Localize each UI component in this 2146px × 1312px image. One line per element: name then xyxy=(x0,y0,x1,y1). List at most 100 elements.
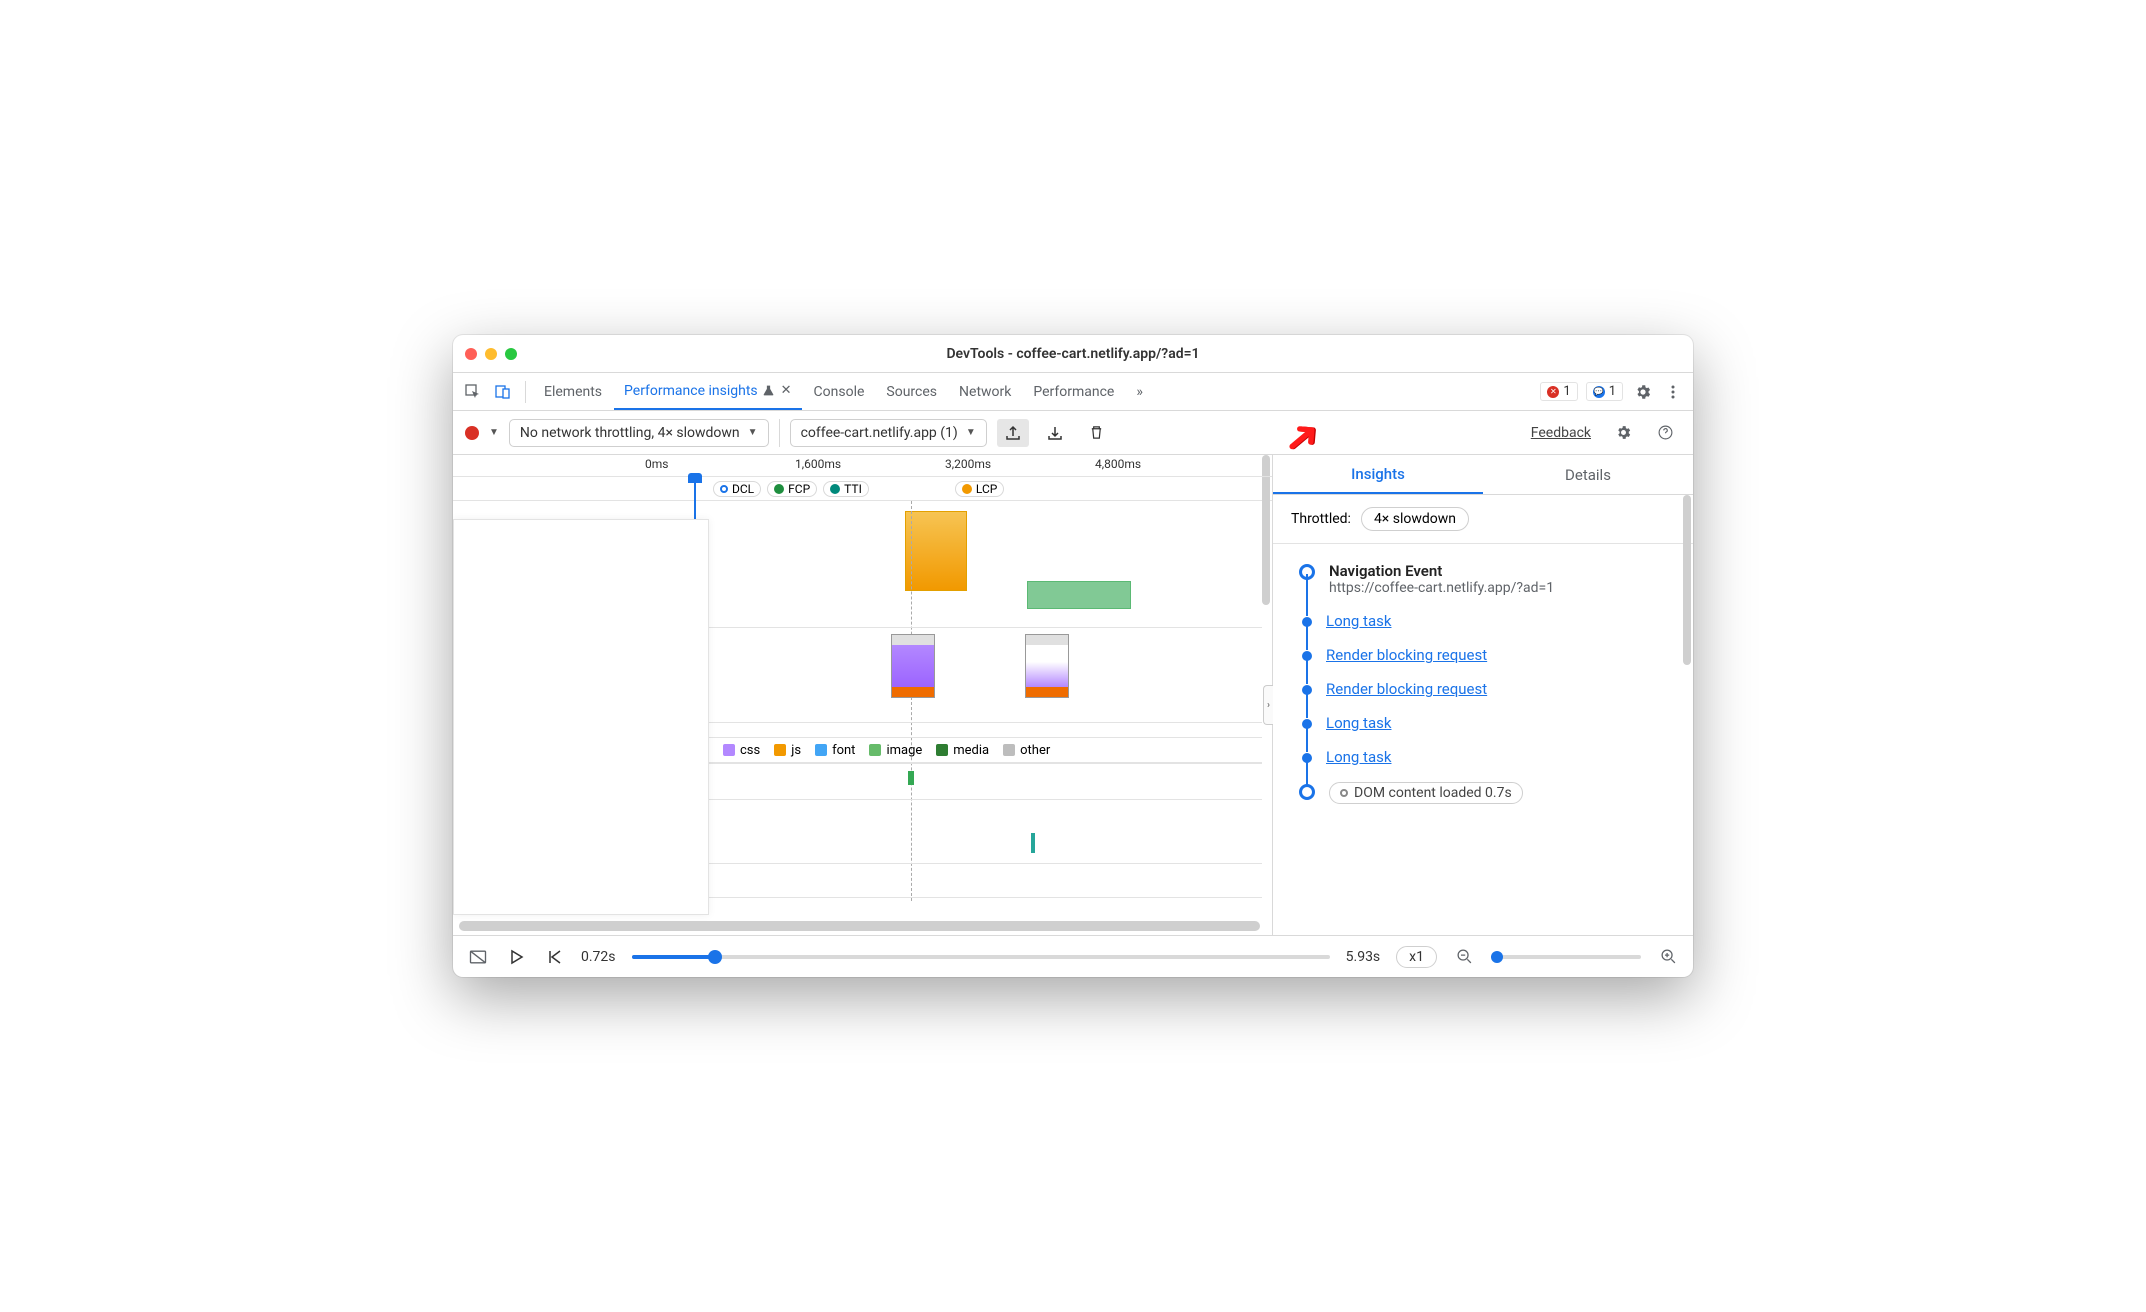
throttled-label: Throttled: xyxy=(1291,511,1351,527)
close-window-button[interactable] xyxy=(465,348,477,360)
collapse-sidebar-handle[interactable]: › xyxy=(1263,685,1273,725)
chevron-down-icon: ▼ xyxy=(748,427,758,438)
insights-sidebar: › Insights Details Throttled: 4× slowdow… xyxy=(1273,455,1693,935)
record-button[interactable] xyxy=(465,426,479,440)
marker-fcp[interactable]: FCP xyxy=(767,481,817,497)
lcp-block[interactable] xyxy=(905,511,967,591)
tab-details[interactable]: Details xyxy=(1483,455,1693,494)
vertical-scrollbar[interactable] xyxy=(1683,495,1691,665)
legend-image: image xyxy=(869,743,922,758)
legend-css: css xyxy=(723,743,760,758)
timeline-node-icon xyxy=(1302,651,1312,661)
insight-render-blocking[interactable]: Render blocking request xyxy=(1299,672,1675,706)
zoom-in-button[interactable] xyxy=(1657,946,1679,968)
insight-link[interactable]: Long task xyxy=(1326,612,1391,630)
marker-dcl[interactable]: DCL xyxy=(713,481,761,497)
insight-url: https://coffee-cart.netlify.app/?ad=1 xyxy=(1329,580,1554,596)
maximize-window-button[interactable] xyxy=(505,348,517,360)
record-dropdown-caret[interactable]: ▼ xyxy=(489,427,499,438)
timeline-node-icon xyxy=(1302,617,1312,627)
marker-tti[interactable]: TTI xyxy=(823,481,869,497)
zoom-out-button[interactable] xyxy=(1453,946,1475,968)
tab-insights[interactable]: Insights xyxy=(1273,455,1483,494)
play-button[interactable] xyxy=(505,946,527,968)
tab-label: Performance insights xyxy=(624,383,758,399)
insight-long-task[interactable]: Long task xyxy=(1299,740,1675,774)
timeline-body[interactable]: css js font image media other ▶ ▶ xyxy=(453,501,1272,901)
dcl-text: DOM content loaded 0.7s xyxy=(1354,785,1512,801)
slider-thumb[interactable] xyxy=(708,950,722,964)
recording-value: coffee-cart.netlify.app (1) xyxy=(801,425,958,441)
insight-link[interactable]: Render blocking request xyxy=(1326,680,1487,698)
timeline-node-icon xyxy=(1302,719,1312,729)
throttling-select[interactable]: No network throttling, 4× slowdown ▼ xyxy=(509,419,769,447)
import-button[interactable] xyxy=(1039,419,1071,447)
inspect-icon[interactable] xyxy=(459,378,487,406)
insight-navigation[interactable]: Navigation Event https://coffee-cart.net… xyxy=(1299,554,1675,604)
main-content: 0ms 1,600ms 3,200ms 4,800ms DCL FCP TTI xyxy=(453,455,1693,935)
settings-icon[interactable] xyxy=(1629,378,1657,406)
speed-pill[interactable]: x1 xyxy=(1396,946,1437,968)
help-icon[interactable] xyxy=(1649,419,1681,447)
rewind-button[interactable] xyxy=(543,946,565,968)
insight-link[interactable]: Long task xyxy=(1326,714,1391,732)
error-count: 1 xyxy=(1563,384,1570,399)
device-toggle-icon[interactable] xyxy=(489,378,517,406)
throttling-value: No network throttling, 4× slowdown xyxy=(520,425,740,441)
dot-icon xyxy=(1340,789,1348,797)
insights-toolbar: ▼ No network throttling, 4× slowdown ▼ c… xyxy=(453,411,1693,455)
tab-console[interactable]: Console xyxy=(804,373,875,410)
time-slider[interactable] xyxy=(632,955,1330,959)
recording-select[interactable]: coffee-cart.netlify.app (1) ▼ xyxy=(790,419,987,447)
tab-elements[interactable]: Elements xyxy=(534,373,612,410)
image-block[interactable] xyxy=(1027,581,1131,609)
timeline-node-icon xyxy=(1299,784,1315,800)
toggle-visual-button[interactable] xyxy=(467,946,489,968)
issue-icon: 💬 xyxy=(1593,386,1605,398)
tab-sources[interactable]: Sources xyxy=(876,373,947,410)
dcl-pill[interactable]: DOM content loaded 0.7s xyxy=(1329,782,1523,804)
separator xyxy=(525,381,526,403)
kebab-menu-icon[interactable] xyxy=(1659,378,1687,406)
horizontal-scrollbar[interactable] xyxy=(459,921,1260,931)
insight-title: Navigation Event xyxy=(1329,562,1554,580)
marker-lcp[interactable]: LCP xyxy=(955,481,1004,497)
network-bar[interactable] xyxy=(1031,833,1035,853)
total-time: 5.93s xyxy=(1346,949,1381,965)
insight-long-task[interactable]: Long task xyxy=(1299,604,1675,638)
playback-bar: 0.72s 5.93s x1 xyxy=(453,935,1693,977)
tab-performance-insights[interactable]: Performance insights ✕ xyxy=(614,373,802,410)
export-button[interactable] xyxy=(997,419,1029,447)
throttle-info: Throttled: 4× slowdown xyxy=(1273,495,1693,544)
insight-link[interactable]: Long task xyxy=(1326,748,1391,766)
timeline-node-icon xyxy=(1299,564,1315,580)
feedback-link[interactable]: Feedback xyxy=(1531,425,1591,441)
tick-0: 0ms xyxy=(645,457,668,471)
insight-link[interactable]: Render blocking request xyxy=(1326,646,1487,664)
timeline-node-icon xyxy=(1302,685,1312,695)
devtools-tabs: Elements Performance insights ✕ Console … xyxy=(453,373,1693,411)
close-tab-icon[interactable]: ✕ xyxy=(781,383,792,398)
filmstrip-frame[interactable] xyxy=(891,634,935,698)
insight-long-task[interactable]: Long task xyxy=(1299,706,1675,740)
insight-render-blocking[interactable]: Render blocking request xyxy=(1299,638,1675,672)
timeline-pane[interactable]: 0ms 1,600ms 3,200ms 4,800ms DCL FCP TTI xyxy=(453,455,1273,935)
dot-icon xyxy=(962,484,972,494)
insight-dcl[interactable]: DOM content loaded 0.7s xyxy=(1299,774,1675,812)
window-title: DevTools - coffee-cart.netlify.app/?ad=1 xyxy=(453,346,1693,362)
tab-more[interactable]: » xyxy=(1126,373,1153,410)
error-count-badge[interactable]: ✕ 1 xyxy=(1540,382,1577,401)
filmstrip-frame[interactable] xyxy=(1025,634,1069,698)
delete-button[interactable] xyxy=(1081,419,1113,447)
dot-icon xyxy=(830,484,840,494)
issue-count-badge[interactable]: 💬 1 xyxy=(1586,382,1623,401)
current-time: 0.72s xyxy=(581,949,616,965)
minimize-window-button[interactable] xyxy=(485,348,497,360)
zoom-thumb[interactable] xyxy=(1491,951,1503,963)
network-bar[interactable] xyxy=(908,771,914,785)
zoom-slider[interactable] xyxy=(1491,955,1641,959)
throttled-pill[interactable]: 4× slowdown xyxy=(1361,507,1469,531)
panel-settings-icon[interactable] xyxy=(1607,419,1639,447)
tab-performance[interactable]: Performance xyxy=(1023,373,1124,410)
tab-network[interactable]: Network xyxy=(949,373,1021,410)
